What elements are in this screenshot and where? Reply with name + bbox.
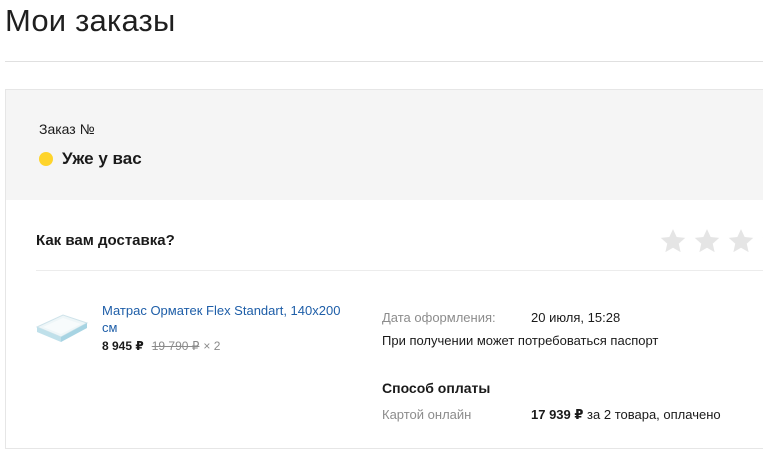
status-text: Уже у вас: [62, 149, 142, 168]
product-price: 8 945 ₽: [102, 339, 144, 353]
product-old-price: 19 790 ₽: [151, 339, 200, 353]
rating-stars[interactable]: [658, 226, 763, 258]
star-icon[interactable]: [692, 226, 722, 256]
order-header: Заказ № Уже у вас: [6, 90, 763, 200]
order-date-label: Дата оформления:: [382, 310, 496, 325]
product-price-row: 8 945 ₽ 19 790 ₽ × 2: [102, 339, 220, 353]
star-icon[interactable]: [726, 226, 756, 256]
payment-status: за 2 товара, оплачено: [587, 407, 721, 422]
order-date-value: 20 июля, 15:28: [531, 310, 621, 325]
payment-method: Картой онлайн: [382, 407, 472, 422]
section-divider: [36, 270, 763, 271]
title-divider: [5, 61, 763, 62]
order-number: Заказ №: [39, 121, 95, 137]
product-link[interactable]: Матрас Орматек Flex Standart, 140x200 см: [102, 302, 352, 336]
passport-note: При получении может потребоваться паспор…: [382, 333, 659, 348]
product-quantity: × 2: [203, 339, 221, 353]
payment-amount: 17 939 ₽: [531, 407, 584, 422]
page-title: Мои заказы: [5, 3, 176, 38]
delivery-feedback-question: Как вам доставка?: [36, 232, 175, 249]
status-dot-icon: [39, 152, 53, 166]
mattress-icon[interactable]: [33, 303, 89, 345]
order-card: Заказ № Уже у вас Как вам доставка? Матр…: [5, 89, 763, 449]
order-status: Уже у вас: [39, 148, 142, 170]
payment-summary: 17 939 ₽ за 2 товара, оплачено: [531, 407, 721, 423]
star-icon[interactable]: [658, 226, 688, 256]
payment-title: Способ оплаты: [382, 380, 491, 396]
